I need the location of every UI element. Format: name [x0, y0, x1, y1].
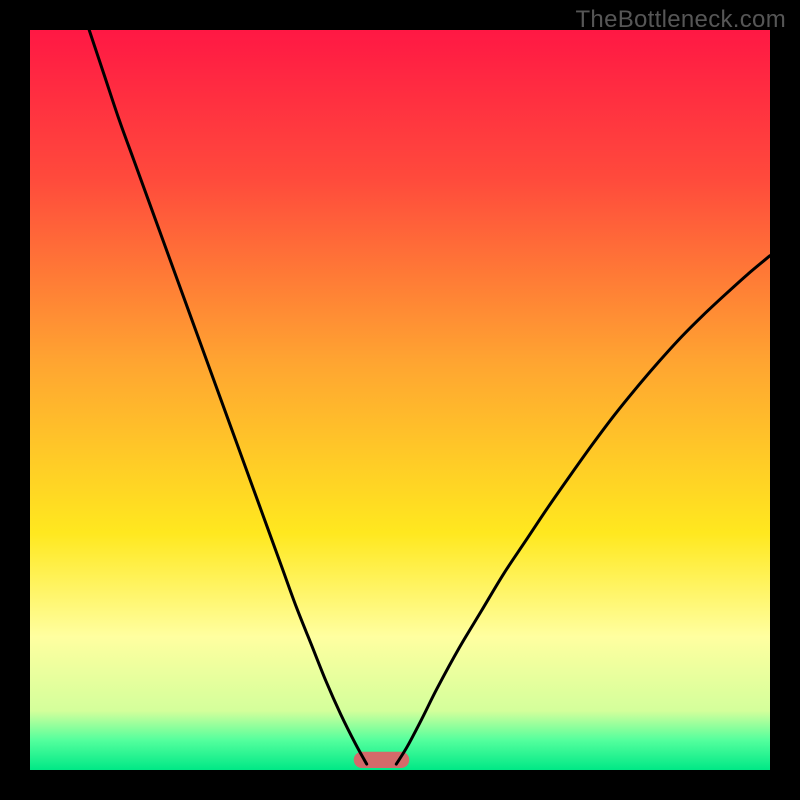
plot-area: [30, 30, 770, 770]
chart-frame: TheBottleneck.com: [0, 0, 800, 800]
gradient-background: [30, 30, 770, 770]
watermark-text: TheBottleneck.com: [575, 6, 786, 34]
chart-svg: [30, 30, 770, 770]
